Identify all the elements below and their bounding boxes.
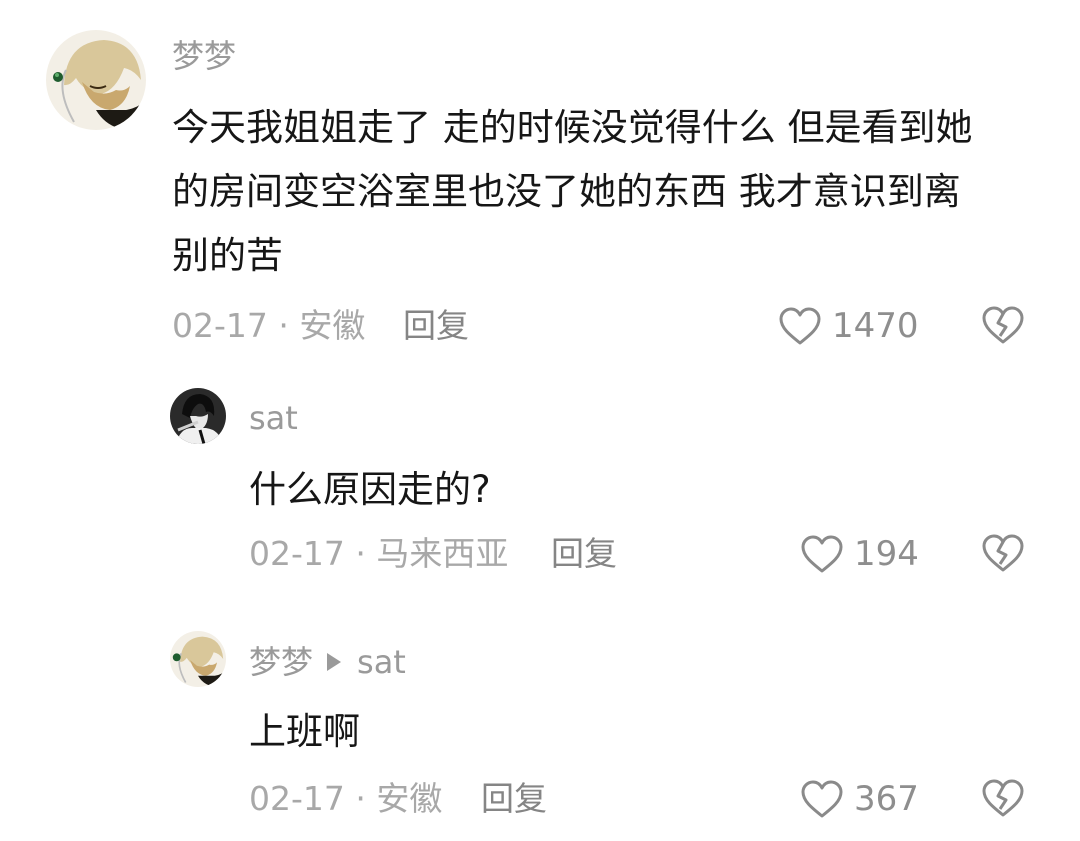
comment-location: 安徽	[299, 306, 366, 345]
comment-meta: 02-17 · 安徽	[172, 306, 365, 346]
reply-username[interactable]: sat	[249, 400, 298, 436]
dislike-button[interactable]	[981, 305, 1025, 349]
reply-meta: 02-17 · 马来西亚	[249, 534, 508, 574]
reply-author[interactable]: 梦梦	[249, 643, 313, 681]
reply-date: 02-17	[249, 534, 345, 573]
like-button[interactable]: 194	[800, 531, 919, 577]
meta-separator: ·	[344, 534, 377, 573]
comment-date: 02-17	[172, 306, 268, 345]
dislike-button[interactable]	[981, 778, 1025, 822]
reply-to-arrow-icon	[327, 653, 342, 671]
avatar-sat[interactable]	[170, 388, 226, 444]
reply-location: 安徽	[376, 779, 443, 818]
broken-heart-icon	[982, 306, 1024, 344]
reply-button[interactable]: 回复	[551, 534, 617, 574]
reply-date: 02-17	[249, 779, 345, 818]
reply-target[interactable]: sat	[357, 643, 406, 681]
comment-text-line: 的房间变空浴室里也没了她的东西 我才意识到离	[172, 170, 961, 213]
like-count: 1470	[832, 306, 919, 346]
reply-meta: 02-17 · 安徽	[249, 779, 442, 819]
avatar-mengmeng[interactable]	[170, 631, 226, 687]
reply-text: 什么原因走的?	[249, 468, 491, 511]
meta-separator: ·	[344, 779, 377, 818]
like-count: 194	[854, 534, 919, 574]
comment-text: 今天我姐姐走了 走的时候没觉得什么 但是看到她 的房间变空浴室里也没了她的东西 …	[172, 96, 973, 288]
reply-author[interactable]: sat	[249, 399, 298, 437]
comment-text-line: 今天我姐姐走了 走的时候没觉得什么 但是看到她	[172, 106, 973, 149]
like-count: 367	[854, 779, 919, 819]
like-button[interactable]: 1470	[778, 303, 919, 349]
avatar-mengmeng[interactable]	[46, 30, 146, 130]
reply-username[interactable]: 梦梦 sat	[249, 644, 406, 680]
heart-icon	[801, 780, 843, 818]
reply-button[interactable]: 回复	[403, 306, 469, 346]
dislike-button[interactable]	[981, 533, 1025, 577]
broken-heart-icon	[982, 534, 1024, 572]
meta-separator: ·	[267, 306, 300, 345]
heart-icon	[801, 535, 843, 573]
reply-button[interactable]: 回复	[481, 779, 547, 819]
heart-icon	[779, 307, 821, 345]
broken-heart-icon	[982, 779, 1024, 817]
reply-text: 上班啊	[249, 710, 360, 753]
reply-location: 马来西亚	[376, 534, 509, 573]
like-button[interactable]: 367	[800, 776, 919, 822]
comment-text-line: 别的苦	[172, 234, 283, 277]
comment-username[interactable]: 梦梦	[172, 38, 236, 74]
